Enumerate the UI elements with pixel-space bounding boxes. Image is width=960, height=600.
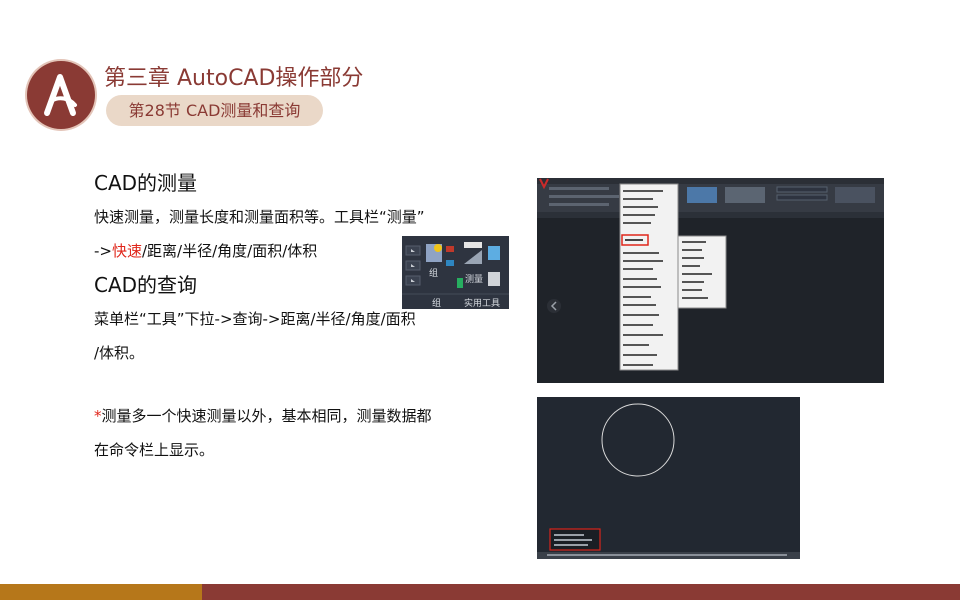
lesson-content: CAD的测量 快速测量，测量长度和测量面积等。工具栏“测量” ->快速/距离/半… [94, 166, 519, 467]
measure-tools-rest: /距离/半径/角度/面积/体积 [142, 242, 318, 260]
group-label-bottom: 组 [432, 299, 442, 309]
autocad-drawing-mockup [537, 397, 800, 559]
measure-toolbar-screenshot: 组 测量 组 实用工具 [402, 236, 509, 309]
chapter-title: 第三章 AutoCAD操作部分 [104, 66, 364, 91]
note-asterisk: * [94, 407, 102, 425]
arrow-prefix: -> [94, 242, 112, 260]
autocad-menu-mockup [537, 178, 884, 383]
note-line-2: 在命令栏上显示。 [94, 441, 215, 459]
letter-a-logo-icon [44, 74, 77, 116]
measure-description: 快速测量，测量长度和测量面积等。工具栏“测量” [94, 208, 425, 226]
section-badge: 第28节 CAD测量和查询 [106, 95, 323, 126]
autocad-circle-measure-screenshot [537, 397, 800, 559]
measure-label: 测量 [465, 275, 484, 285]
note-line: *测量多一个快速测量以外，基本相同，测量数据都 [94, 399, 519, 433]
measure-heading: CAD的测量 [94, 171, 198, 195]
chapter-logo [27, 61, 95, 129]
query-path-line-2: /体积。 [94, 344, 145, 362]
footer-bar [202, 584, 960, 600]
quick-measure-highlight: 快速 [111, 242, 142, 260]
utilities-label: 实用工具 [464, 299, 501, 309]
autocad-tools-menu-screenshot [537, 178, 884, 383]
footer-accent-bar [0, 584, 202, 600]
note-text: 测量多一个快速测量以外，基本相同，测量数据都 [101, 407, 432, 425]
group-label: 组 [429, 269, 439, 279]
